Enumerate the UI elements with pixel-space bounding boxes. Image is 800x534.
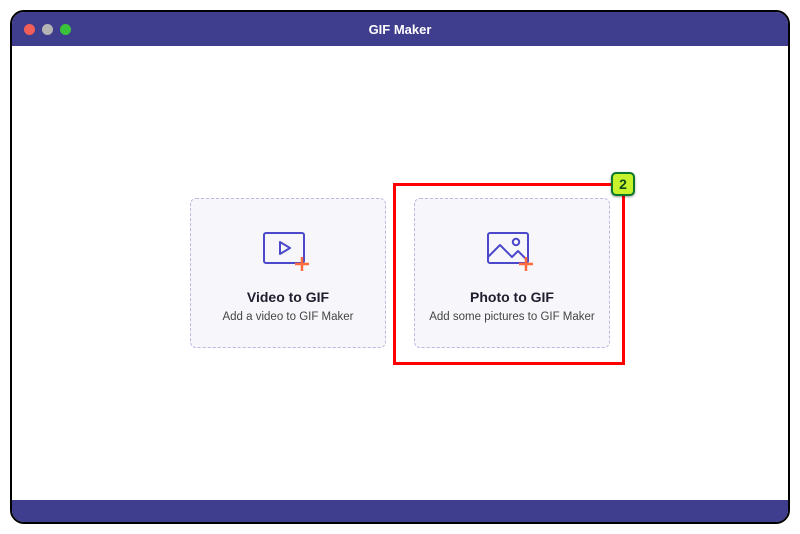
card-subtitle: Add some pictures to GIF Maker: [429, 311, 595, 323]
window-title: GIF Maker: [12, 22, 788, 37]
annotation-badge: 2: [611, 172, 635, 196]
titlebar: GIF Maker: [12, 12, 788, 46]
close-icon[interactable]: [24, 24, 35, 35]
zoom-icon[interactable]: [60, 24, 71, 35]
main-content: Video to GIF Add a video to GIF Maker Ph…: [12, 46, 788, 500]
photo-add-icon: [482, 223, 542, 279]
card-title: Video to GIF: [247, 289, 329, 305]
card-subtitle: Add a video to GIF Maker: [222, 311, 353, 323]
app-window: GIF Maker Video to GIF Add a video to GI…: [10, 10, 790, 524]
footer-bar: [12, 500, 788, 522]
video-add-icon: [258, 223, 318, 279]
video-to-gif-card[interactable]: Video to GIF Add a video to GIF Maker: [190, 198, 386, 348]
window-controls: [24, 24, 71, 35]
minimize-icon[interactable]: [42, 24, 53, 35]
card-title: Photo to GIF: [470, 289, 554, 305]
photo-to-gif-card[interactable]: Photo to GIF Add some pictures to GIF Ma…: [414, 198, 610, 348]
